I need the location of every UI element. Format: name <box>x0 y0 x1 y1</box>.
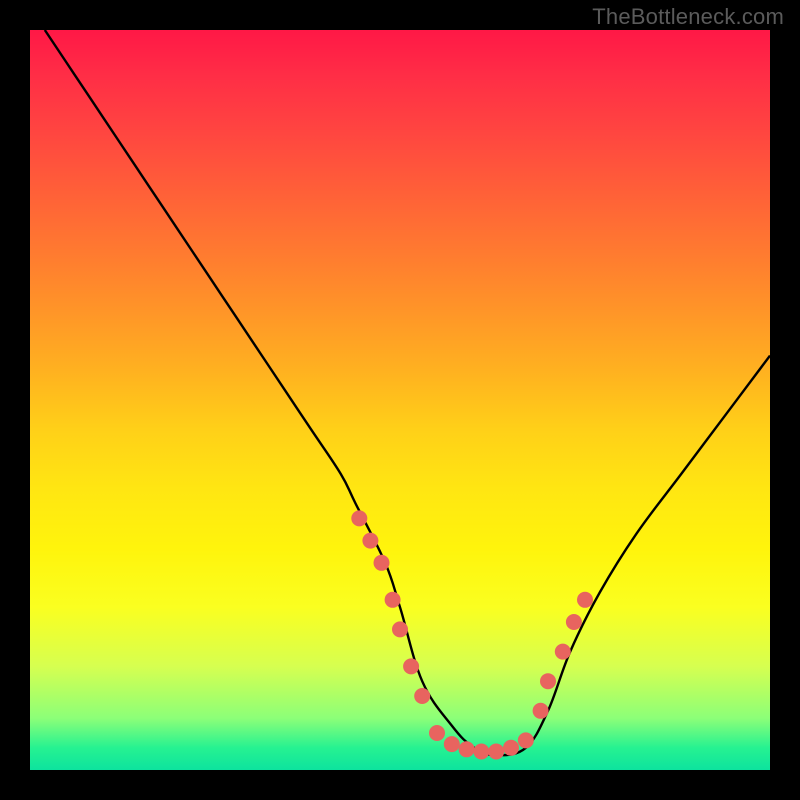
data-point <box>555 644 571 660</box>
data-point <box>518 732 534 748</box>
data-point <box>503 740 519 756</box>
data-point <box>403 658 419 674</box>
data-point <box>473 744 489 760</box>
chart-frame: TheBottleneck.com <box>0 0 800 800</box>
chart-svg <box>30 30 770 770</box>
data-point <box>414 688 430 704</box>
data-point <box>385 592 401 608</box>
marker-layer <box>351 510 593 759</box>
data-point <box>392 621 408 637</box>
data-point <box>351 510 367 526</box>
data-point <box>540 673 556 689</box>
bottleneck-curve <box>45 30 770 755</box>
data-point <box>429 725 445 741</box>
curve-layer <box>45 30 770 755</box>
plot-area <box>30 30 770 770</box>
data-point <box>488 744 504 760</box>
data-point <box>362 533 378 549</box>
data-point <box>533 703 549 719</box>
data-point <box>459 741 475 757</box>
data-point <box>374 555 390 571</box>
watermark-text: TheBottleneck.com <box>592 4 784 30</box>
data-point <box>444 736 460 752</box>
data-point <box>577 592 593 608</box>
data-point <box>566 614 582 630</box>
